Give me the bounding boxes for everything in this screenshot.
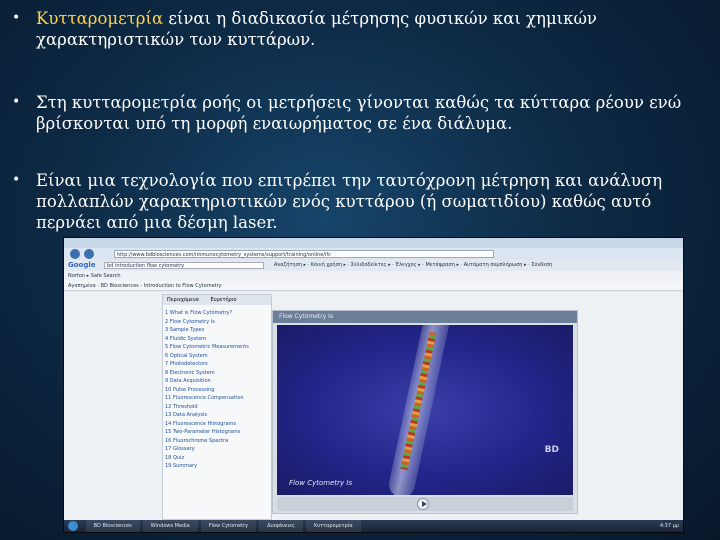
bullet-item: • Κυτταρομετρία είναι η διαδικασία μέτρη…: [8, 8, 708, 50]
bullet-item: • Στη κυτταρομετρία ροής οι μετρήσεις γί…: [8, 92, 708, 134]
outline-item: 17 Glossary: [165, 446, 195, 452]
google-toolbar: Google bd introduction flow cytometry Αν…: [64, 260, 683, 271]
bullet-dot: •: [12, 172, 21, 188]
outline-item: 18 Quiz: [165, 454, 185, 461]
player-controls: [277, 497, 573, 511]
taskbar-item: Διαφάνειες: [259, 520, 303, 532]
taskbar-item: BD Biosciences: [85, 520, 140, 532]
outline-item: 16 Fluorochrome Spectra: [165, 437, 229, 444]
video-caption: Flow Cytometry Is: [289, 479, 353, 487]
taskbar-item: Flow Cytometry: [200, 520, 257, 532]
start-icon: [68, 520, 78, 531]
taskbar-item: Windows Media: [142, 520, 198, 532]
bullet-text: Είναι μια τεχνολογία που επιτρέπει την τ…: [36, 171, 663, 232]
google-logo: Google: [68, 261, 96, 269]
outline-item: 4 Fluidic System: [165, 335, 207, 342]
bullet-dot: •: [12, 10, 21, 26]
outline-item: 8 Electronic System: [165, 369, 215, 376]
outline-item: 11 Fluorescence Compensation: [165, 395, 244, 401]
tab-contents: Περιεχόμενα: [167, 297, 199, 303]
outline-item: 5 Flow Cytometric Measurements: [165, 344, 249, 350]
outline-item: 7 Photodetectors: [165, 361, 208, 367]
video-frame: BD Flow Cytometry Is: [277, 325, 573, 495]
address-bar: http://www.bdbiosciences.com/immunocytom…: [64, 248, 683, 260]
bullet-item: • Είναι μια τεχνολογία που επιτρέπει την…: [8, 170, 708, 233]
outline-item: 3 Sample Types: [165, 327, 205, 333]
outline-item: 2 Flow Cytometry Is: [165, 318, 215, 325]
lesson-player: Flow Cytometry Is BD Flow Cytometry Is: [272, 310, 578, 514]
url-field: http://www.bdbiosciences.com/immunocytom…: [114, 250, 494, 258]
play-icon: [417, 498, 429, 510]
outline-list: 1 What is Flow Cytometry? 2 Flow Cytometr…: [165, 309, 249, 471]
clock: 4:37 μμ: [659, 523, 679, 529]
tab-index: Ευρετήριο: [210, 297, 237, 303]
search-input: bd introduction flow cytometry: [104, 262, 264, 269]
forward-icon: [84, 249, 94, 259]
back-icon: [70, 249, 80, 259]
web-page: Περιεχόμενα Ευρετήριο 1 What is Flow Cyt…: [64, 292, 683, 520]
outline-item: 6 Optical System: [165, 352, 208, 359]
outline-tabs: Περιεχόμενα Ευρετήριο: [163, 295, 271, 305]
bullet-dot: •: [12, 94, 21, 110]
outline-item: 1 What is Flow Cytometry?: [165, 310, 233, 316]
bd-logo: BD: [544, 445, 559, 455]
norton-toolbar: Norton ▸ Safe Search: [64, 271, 683, 281]
toolbar-items: Αναζήτηση ▸ · Κοινή χρήση ▸ · Σελιδοδείκ…: [274, 262, 553, 268]
outline-item: 10 Pulse Processing: [165, 386, 215, 393]
embedded-browser-screenshot: http://www.bdbiosciences.com/immunocytom…: [64, 238, 683, 532]
outline-item: 14 Fluorescence Histograms: [165, 420, 237, 427]
window-titlebar: [64, 238, 683, 248]
outline-item: 15 Two-Parameter Histograms: [165, 429, 241, 435]
favorites-bar: Αγαπημένα · BD Biosciences - Introductio…: [64, 281, 683, 291]
outline-item: 9 Data Acquisition: [165, 378, 211, 384]
player-title: Flow Cytometry Is: [273, 311, 577, 323]
outline-item: 13 Data Analysis: [165, 412, 208, 418]
outline-item: 12 Threshold: [165, 403, 198, 410]
outline-item: 19 Summary: [165, 463, 198, 469]
course-outline-panel: Περιεχόμενα Ευρετήριο 1 What is Flow Cyt…: [162, 294, 272, 520]
bullet-text: Στη κυτταρομετρία ροής οι μετρήσεις γίνο…: [36, 93, 682, 133]
taskbar-item: Κυτταρομετρία: [305, 520, 361, 532]
highlighted-term: Κυτταρομετρία: [36, 9, 164, 28]
taskbar: BD Biosciences Windows Media Flow Cytometr…: [64, 520, 683, 532]
